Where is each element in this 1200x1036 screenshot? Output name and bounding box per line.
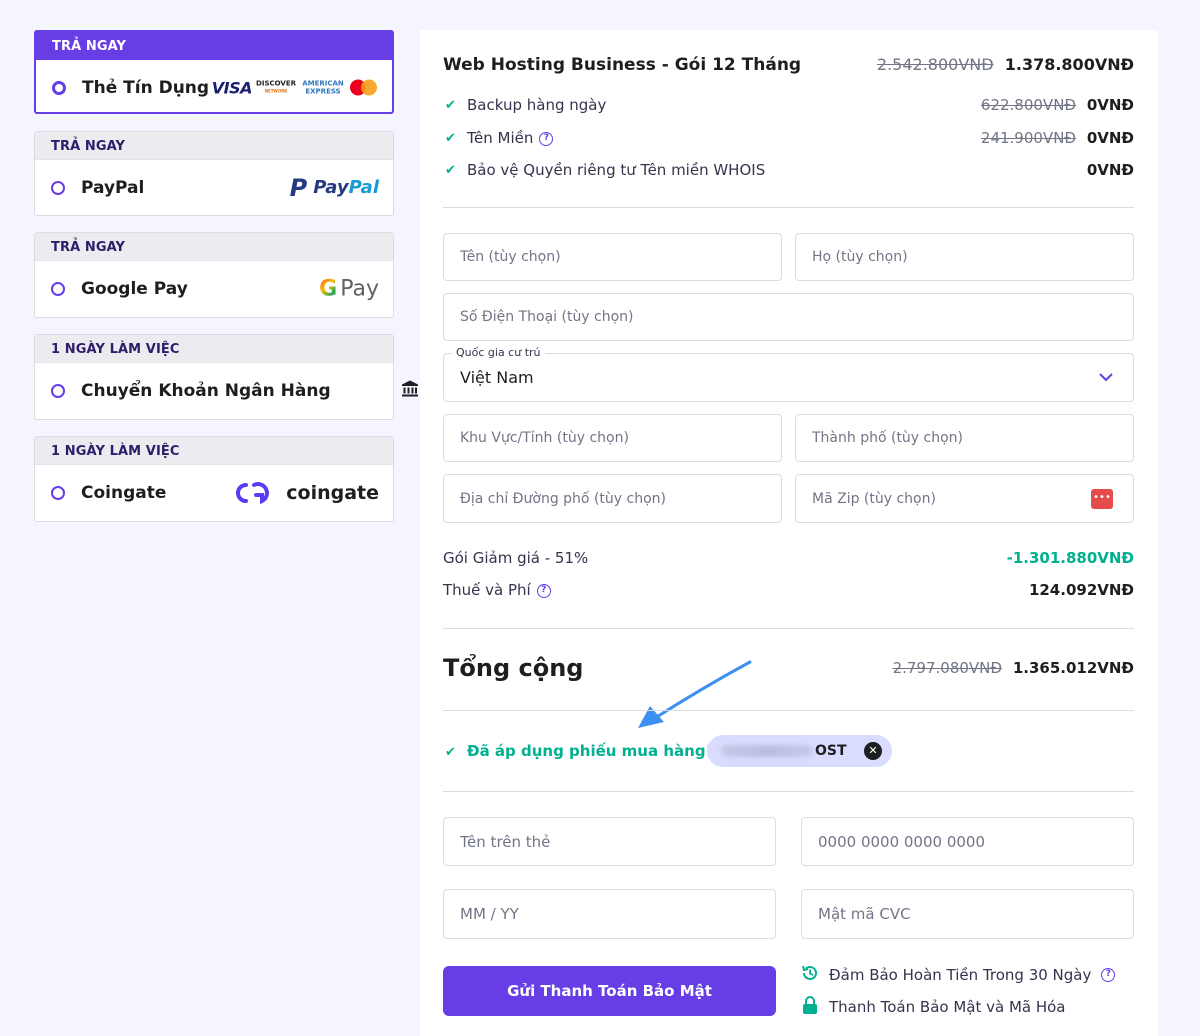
- assurance-text: Đảm Bảo Hoàn Tiền Trong 30 Ngày: [829, 966, 1092, 984]
- zip-input[interactable]: Mã Zip (tùy chọn) •••: [795, 474, 1134, 523]
- discount-value: -1.301.880VNĐ: [1006, 549, 1134, 567]
- coingate-logo: coingate: [232, 481, 379, 505]
- payment-tag: 1 NGÀY LÀM VIỆC: [35, 335, 393, 363]
- country-label: Quốc gia cư trú: [452, 346, 545, 359]
- submit-payment-button[interactable]: Gửi Thanh Toán Bảo Mật: [443, 966, 776, 1016]
- last-name-input[interactable]: Họ (tùy chọn): [795, 233, 1134, 281]
- payment-option-credit-card[interactable]: TRẢ NGAY Thẻ Tín Dụng VISA DISCOVER NETWO…: [34, 30, 394, 114]
- close-icon[interactable]: ✕: [864, 742, 882, 760]
- help-icon[interactable]: ?: [536, 583, 551, 598]
- city-input[interactable]: Thành phố (tùy chọn): [795, 414, 1134, 462]
- discover-logo: DISCOVER NETWORK: [256, 79, 296, 94]
- payment-option-google-pay[interactable]: TRẢ NGAY Google Pay G Pay: [34, 232, 394, 318]
- paypal-logo: P Pay Pal: [289, 173, 379, 202]
- product-old-price: 2.542.800VNĐ: [876, 55, 994, 74]
- payment-name: Google Pay: [81, 278, 188, 299]
- country-value: Việt Nam: [460, 368, 534, 387]
- annotation-arrow-icon: [638, 660, 752, 728]
- feature-price: 622.800VNĐ 0VNĐ: [980, 96, 1134, 114]
- divider: [443, 207, 1134, 208]
- help-icon[interactable]: ?: [1101, 968, 1116, 982]
- tax-value: 124.092VNĐ: [1028, 581, 1134, 599]
- radio[interactable]: [51, 281, 65, 296]
- payment-tag: TRẢ NGAY: [35, 233, 393, 261]
- product-title: Web Hosting Business - Gói 12 Tháng: [443, 55, 802, 75]
- feature-price: 0VNĐ: [1086, 161, 1134, 179]
- coupon-applied-text: Đã áp dụng phiếu mua hàng!: [467, 742, 713, 760]
- street-input[interactable]: Địa chỉ Đường phố (tùy chọn): [443, 474, 782, 523]
- history-icon: [801, 964, 819, 986]
- mastercard-logo: [350, 79, 378, 96]
- assurance-text: Thanh Toán Bảo Mật và Mã Hóa: [829, 998, 1066, 1016]
- chevron-down-icon: [1099, 370, 1113, 386]
- radio[interactable]: [51, 180, 65, 195]
- bank-icon: [401, 379, 419, 402]
- radio[interactable]: [51, 383, 65, 398]
- radio-selected[interactable]: [52, 80, 66, 95]
- product-new-price: 1.378.800VNĐ: [1004, 55, 1134, 74]
- feature-price: 241.900VNĐ 0VNĐ: [980, 129, 1134, 147]
- feature-label: Backup hàng ngày: [467, 96, 607, 114]
- payment-option-coingate[interactable]: 1 NGÀY LÀM VIỆC Coingate coingate: [34, 436, 394, 522]
- password-manager-icon[interactable]: •••: [1091, 488, 1113, 509]
- divider: [443, 710, 1134, 711]
- card-expiry-input[interactable]: MM / YY: [443, 889, 776, 939]
- divider: [443, 791, 1134, 792]
- feature-domain: Tên Miền?: [467, 129, 554, 147]
- total-label: Tổng cộng: [443, 654, 584, 682]
- product-price: 2.542.800VNĐ 1.378.800VNĐ: [877, 55, 1134, 74]
- card-name-input[interactable]: Tên trên thẻ: [443, 817, 776, 866]
- payment-tag: TRẢ NGAY: [35, 132, 393, 160]
- card-number-input[interactable]: 0000 0000 0000 0000: [801, 817, 1134, 866]
- coupon-code-redacted: [721, 745, 813, 757]
- card-cvc-input[interactable]: Mật mã CVC: [801, 889, 1134, 939]
- check-icon: ✔: [445, 163, 456, 178]
- payment-name: Chuyển Khoản Ngân Hàng: [81, 380, 331, 401]
- payment-tag: 1 NGÀY LÀM VIỆC: [35, 437, 393, 465]
- payment-name: Coingate: [81, 482, 167, 503]
- payment-name: Thẻ Tín Dụng: [82, 77, 210, 98]
- total-value: 1.365.012VNĐ: [1012, 659, 1134, 677]
- feature-label: Tên Miền: [467, 129, 534, 147]
- total-price: 2.797.080VNĐ 1.365.012VNĐ: [893, 659, 1134, 677]
- coupon-chip: OST ✕: [707, 735, 892, 767]
- region-input[interactable]: Khu Vực/Tỉnh (tùy chọn): [443, 414, 782, 462]
- first-name-input[interactable]: Tên (tùy chọn): [443, 233, 782, 281]
- amex-logo: AMERICAN EXPRESS: [302, 79, 344, 96]
- discount-label: Gói Giảm giá - 51%: [443, 549, 589, 567]
- secure-payment-note: Thanh Toán Bảo Mật và Mã Hóa: [801, 996, 1066, 1018]
- tax-row: Thuế và Phí?: [443, 581, 551, 599]
- payment-option-bank-transfer[interactable]: 1 NGÀY LÀM VIỆC Chuyển Khoản Ngân Hàng: [34, 334, 418, 420]
- payment-option-paypal[interactable]: TRẢ NGAY PayPal P Pay Pal: [34, 131, 394, 216]
- check-icon: ✔: [445, 98, 456, 113]
- visa-logo: VISA: [211, 78, 253, 97]
- radio[interactable]: [51, 485, 65, 500]
- tax-label: Thuế và Phí: [443, 581, 531, 599]
- phone-input[interactable]: Số Điện Thoại (tùy chọn): [443, 293, 1134, 341]
- feature-label: Bảo vệ Quyền riêng tư Tên miền WHOIS: [467, 161, 766, 179]
- total-old-price: 2.797.080VNĐ: [892, 659, 1003, 677]
- country-select[interactable]: Quốc gia cư trú Việt Nam: [443, 346, 1134, 402]
- card-logos: VISA DISCOVER NETWORK AMERICAN EXPRESS: [212, 78, 378, 97]
- divider: [443, 628, 1134, 629]
- money-back-guarantee: Đảm Bảo Hoàn Tiền Trong 30 Ngày ?: [801, 964, 1116, 986]
- check-icon: ✔: [445, 131, 456, 146]
- payment-tag: TRẢ NGAY: [36, 32, 392, 60]
- check-icon: ✔: [445, 745, 456, 760]
- help-icon[interactable]: ?: [539, 131, 554, 146]
- lock-icon: [801, 996, 819, 1018]
- google-pay-logo: G Pay: [319, 276, 379, 301]
- coupon-code: OST: [815, 743, 847, 759]
- payment-name: PayPal: [81, 177, 145, 198]
- order-panel: Web Hosting Business - Gói 12 Tháng 2.54…: [420, 30, 1158, 1036]
